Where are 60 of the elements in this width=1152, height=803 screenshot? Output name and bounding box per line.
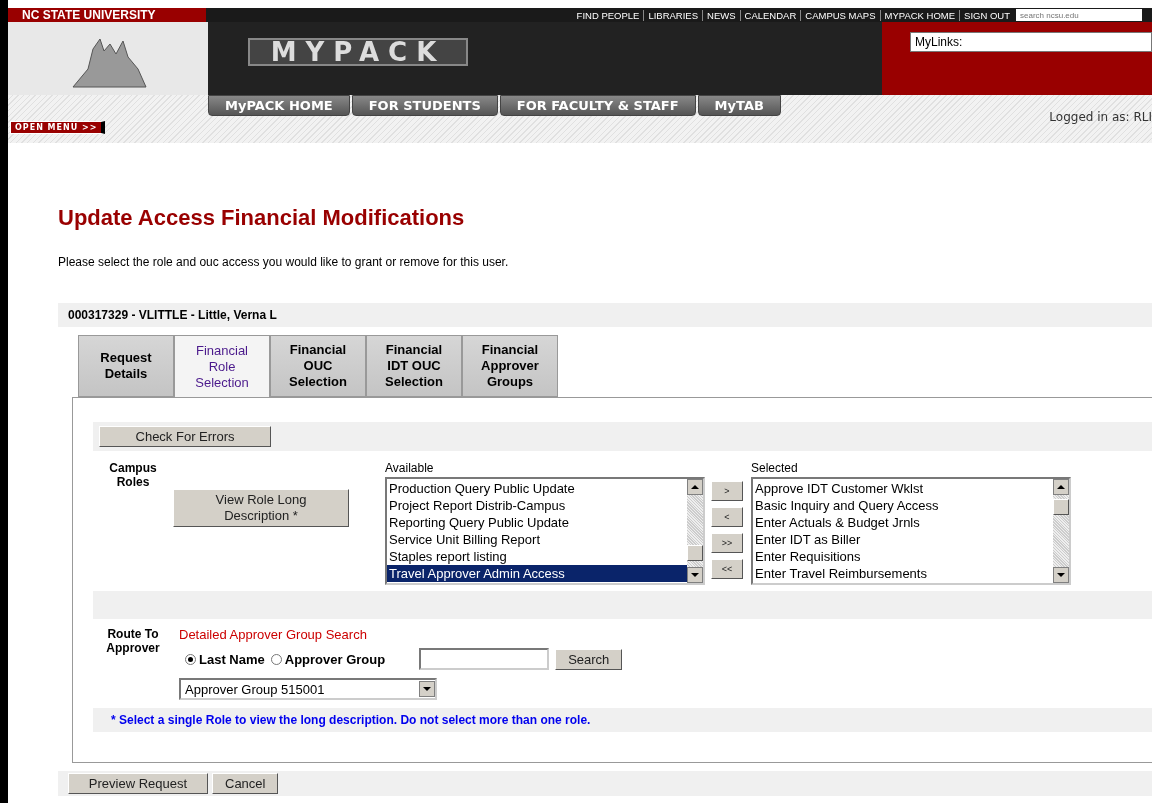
header-link[interactable]: MYPACK HOME — [879, 9, 956, 21]
logged-in-text: Logged in as: RLI — [1049, 110, 1152, 124]
nav-tab[interactable]: MyPACK HOME — [208, 95, 350, 116]
listbox[interactable]: Production Query Public Update Project Report Distrib-Campus Reporting Query Public Update Service Unit Billing Report Staples report listing Travel Approver Admin Access — [385, 477, 705, 585]
route-to-label: Route To Approver — [105, 627, 161, 657]
nav-tab[interactable]: FOR STUDENTS — [351, 95, 498, 116]
scrollbar-thumb[interactable] — [1053, 499, 1069, 515]
search-button[interactable]: Search — [555, 648, 623, 670]
tab[interactable]: Financial Role Selection — [174, 335, 270, 397]
radio-option[interactable]: Approver Group — [270, 651, 386, 667]
nav-tab[interactable]: MyTAB — [697, 95, 781, 116]
tab[interactable]: Request Details — [78, 335, 174, 397]
header-link[interactable]: CAMPUS MAPS — [800, 9, 876, 21]
list-option[interactable]: Reporting Query Public Update — [387, 514, 687, 531]
approver-search-link[interactable]: Detailed Approver Group Search — [179, 627, 367, 642]
university-name[interactable]: NC STATE UNIVERSITY — [8, 8, 206, 22]
check-errors-button[interactable]: Check For Errors — [99, 426, 271, 447]
note-text: * Select a single Role to view the long description. Do not select more than one role. — [93, 708, 1152, 732]
header-link[interactable]: FIND PEOPLE — [576, 9, 640, 21]
list-option[interactable]: Approve IDT Customer Wklst — [753, 480, 1053, 497]
list-option[interactable]: Enter Requisitions — [753, 548, 1053, 565]
list-option[interactable]: Enter IDT as Biller — [753, 531, 1053, 548]
page-title: Update Access Financial Modifications — [58, 205, 466, 231]
list-option[interactable]: Enter Actuals & Budget Jrnls — [753, 514, 1053, 531]
user-bar: 000317329 - VLITTLE - Little, Verna L — [58, 303, 1152, 327]
view-role-button[interactable]: View Role Long Description * — [173, 489, 349, 527]
available-label: Available — [385, 461, 435, 475]
listbox[interactable]: Approve IDT Customer Wklst Basic Inquiry and Query Access Enter Actuals & Budget Jrnls Enter IDT as Biller Enter Requisitions Enter Travel Reimbursements — [751, 477, 1071, 585]
mylinks-dropdown[interactable]: MyLinks: — [910, 32, 1152, 52]
move-button[interactable]: < — [711, 507, 743, 527]
list-option[interactable]: Service Unit Billing Report — [387, 531, 687, 548]
list-option[interactable]: Travel Approver Admin Access — [387, 565, 687, 582]
list-option[interactable]: Project Report Distrib-Campus — [387, 497, 687, 514]
scrollbar-thumb[interactable] — [687, 545, 703, 561]
approver-group-dropdown[interactable]: Approver Group 515001 — [179, 678, 437, 700]
header-link[interactable]: CALENDAR — [739, 9, 797, 21]
radio-option[interactable]: Last Name — [185, 651, 265, 667]
page-description: Please select the role and ouc access you would like to grant or remove for this user. — [58, 255, 510, 269]
cancel-button[interactable]: Cancel — [212, 773, 279, 794]
preview-button[interactable]: Preview Request — [68, 773, 208, 794]
selected-label: Selected — [751, 461, 799, 475]
site-logo[interactable]: MYPACK — [248, 38, 468, 66]
move-button[interactable]: >> — [711, 533, 743, 553]
campus-roles-label: Campus Roles — [108, 461, 158, 489]
tab[interactable]: Financial Approver Groups — [462, 335, 558, 397]
header-link[interactable]: LIBRARIES — [643, 9, 699, 21]
list-option[interactable]: Production Query Public Update — [387, 480, 687, 497]
move-button[interactable]: > — [711, 481, 743, 501]
search-input[interactable] — [419, 648, 550, 670]
header-link[interactable]: SIGN OUT — [959, 9, 1010, 21]
tab[interactable]: Financial OUC Selection — [270, 335, 366, 397]
list-option[interactable]: Basic Inquiry and Query Access — [753, 497, 1053, 514]
list-option[interactable]: Staples report listing — [387, 548, 687, 565]
list-option[interactable]: Enter Travel Reimbursements — [753, 565, 1053, 582]
move-button[interactable]: << — [711, 559, 743, 579]
open-menu-button[interactable]: OPEN MENU >> — [10, 121, 106, 134]
tab[interactable]: Financial IDT OUC Selection — [366, 335, 462, 397]
search-field[interactable]: search ncsu.edu — [1016, 9, 1142, 21]
header-link[interactable]: NEWS — [702, 9, 736, 21]
nav-tab[interactable]: FOR FACULTY & STAFF — [499, 95, 696, 116]
